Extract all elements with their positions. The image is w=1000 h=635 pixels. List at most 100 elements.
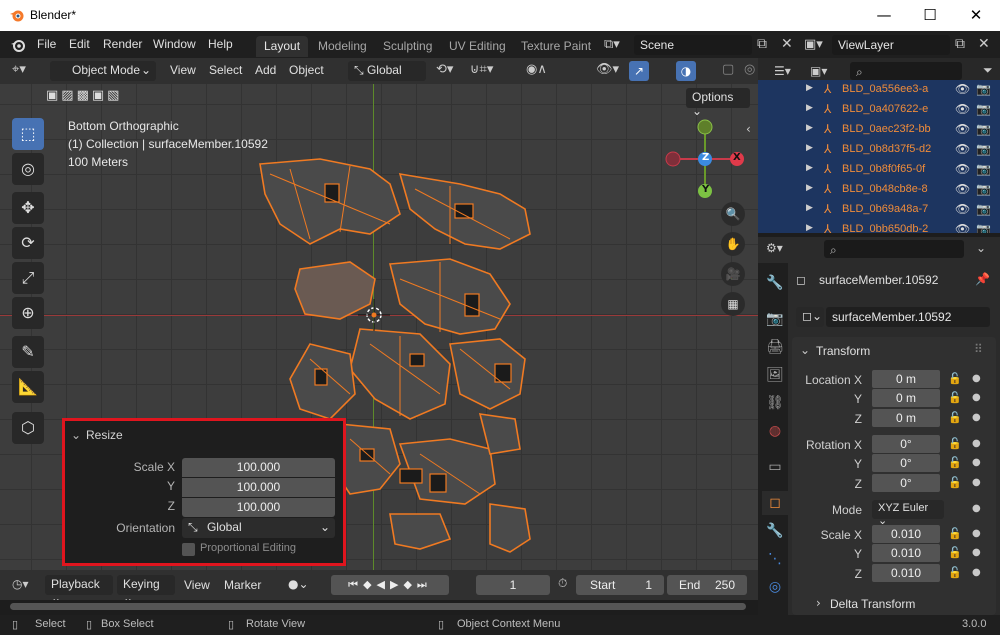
outliner-row[interactable]: ▶ ⅄ BLD_0b48cb8e-8 👁 📷 [758, 180, 1000, 200]
expand-icon[interactable]: ▶ [806, 83, 813, 93]
scale-z-field[interactable]: 100.000 [182, 498, 335, 517]
outliner-editor-icon[interactable]: ☰▾ [774, 64, 791, 78]
view-layer-field[interactable]: ViewLayer [832, 35, 950, 55]
camera-icon[interactable]: 📷 [976, 182, 991, 196]
scene-tab-icon[interactable]: ⛓ [762, 391, 788, 415]
cursor-tool[interactable]: ◎ [12, 153, 44, 185]
keyframe-dot-icon[interactable]: ● [972, 457, 981, 468]
scene-icon[interactable]: ⧉▾ [604, 37, 620, 52]
start-frame-field[interactable]: Start 1 [576, 575, 664, 595]
chevron-right-icon[interactable]: › [816, 596, 821, 610]
camera-icon[interactable]: 📷 [976, 202, 991, 216]
tab-sculpting[interactable]: Sculpting [375, 36, 440, 57]
outliner-item-name[interactable]: BLD_0b8d37f5-d2 [842, 143, 931, 155]
eye-icon[interactable]: 👁 [955, 222, 970, 233]
scale-x-field[interactable]: 0.010 [872, 525, 940, 543]
remove-scene-icon[interactable]: ✕ [781, 36, 793, 52]
world-tab-icon[interactable]: ◍ [762, 419, 788, 443]
measure-tool[interactable]: 📐 [12, 371, 44, 403]
scene-field[interactable]: Scene [634, 35, 752, 55]
expand-icon[interactable]: ▶ [806, 163, 813, 173]
outliner-row[interactable]: ▶ ⅄ BLD_0a407622-e 👁 📷 [758, 100, 1000, 120]
tab-texture-paint[interactable]: Texture Paint [513, 36, 599, 57]
current-frame-field[interactable]: 1 [476, 575, 550, 595]
tool-tab-icon[interactable]: 🔧 [762, 271, 788, 295]
mode-dropdown[interactable]: Object Mode ⌄ [50, 61, 156, 81]
remove-view-layer-icon[interactable]: ✕ [978, 36, 990, 52]
editor-type-icon[interactable]: ⌖▾ [12, 62, 26, 77]
particles-tab-icon[interactable]: ⋱ [762, 547, 788, 571]
physics-tab-icon[interactable]: ◎ [762, 575, 788, 599]
expand-icon[interactable]: ▶ [806, 203, 813, 213]
move-tool[interactable]: ✥ [12, 192, 44, 224]
visibility-icon[interactable]: 👁▾ [596, 62, 619, 77]
options-button[interactable]: Options ⌄ [686, 88, 750, 118]
eye-icon[interactable]: 👁 [955, 82, 970, 96]
lock-icon[interactable]: 🔓 [948, 566, 962, 579]
outliner-item-name[interactable]: BLD_0b8f0f65-0f [842, 163, 925, 175]
tab-modeling[interactable]: Modeling [310, 36, 375, 57]
outliner-item-name[interactable]: BLD_0a407622-e [842, 103, 928, 115]
object-name-field[interactable]: surfaceMember.10592 [826, 307, 990, 327]
scrollbar[interactable] [10, 603, 746, 610]
view-layer-icon[interactable]: ▣▾ [804, 37, 823, 52]
eye-icon[interactable]: 👁 [955, 122, 970, 136]
annotate-tool[interactable]: ✎ [12, 336, 44, 368]
outliner-item-name[interactable]: BLD_0b48cb8e-8 [842, 183, 928, 195]
keyframe-dot-icon[interactable]: ● [972, 438, 981, 449]
playback-menu[interactable]: Playback ⌄ [45, 575, 113, 605]
menu-object[interactable]: Object [289, 63, 324, 77]
keyframe-dot-icon[interactable]: ● [972, 477, 981, 488]
expand-icon[interactable]: ▶ [806, 143, 813, 153]
location-x-field[interactable]: 0 m [872, 370, 940, 388]
outliner-row[interactable]: ▶ ⅄ BLD_0a556ee3-a 👁 📷 [758, 80, 1000, 100]
eye-icon[interactable]: 👁 [955, 102, 970, 116]
rotate-tool[interactable]: ⟳ [12, 227, 44, 259]
outliner-row[interactable]: ▶ ⅄ BLD_0bb650db-2 👁 📷 [758, 220, 1000, 233]
lock-icon[interactable]: 🔓 [948, 437, 962, 450]
eye-icon[interactable]: 👁 [955, 202, 970, 216]
data-block-selector[interactable]: ◻⌄ [796, 307, 824, 327]
lock-icon[interactable]: 🔓 [948, 391, 962, 404]
menu-window[interactable]: Window [153, 37, 196, 51]
pin-icon[interactable]: 📌 [975, 272, 990, 286]
rotation-z-field[interactable]: 0° [872, 474, 940, 492]
outliner-row[interactable]: ▶ ⅄ BLD_0b69a48a-7 👁 📷 [758, 200, 1000, 220]
outliner-item-name[interactable]: BLD_0a556ee3-a [842, 83, 928, 95]
render-tab-icon[interactable]: 📷 [762, 307, 788, 331]
resize-panel-title[interactable]: Resize [86, 428, 123, 442]
keying-menu[interactable]: Keying ⌄ [117, 575, 175, 605]
drag-handle-icon[interactable]: ⠿ [974, 342, 983, 356]
outliner-search-input[interactable]: ⌕ [850, 62, 962, 80]
properties-search-input[interactable]: ⌕ [824, 240, 964, 258]
lock-icon[interactable]: 🔓 [948, 456, 962, 469]
camera-icon[interactable]: 📷 [976, 142, 991, 156]
shading-icon[interactable]: ◎ [744, 62, 755, 77]
object-tab-icon[interactable]: ◻ [762, 491, 788, 515]
transform-title[interactable]: Transform [816, 344, 870, 358]
keyframe-dot-icon[interactable]: ● [972, 567, 981, 578]
outliner-row[interactable]: ▶ ⅄ BLD_0b8f0f65-0f 👁 📷 [758, 160, 1000, 180]
camera-icon[interactable]: 📷 [976, 122, 991, 136]
tab-uv-editing[interactable]: UV Editing [441, 36, 514, 57]
keyframe-dot-icon[interactable]: ● [972, 528, 981, 539]
transform-tool[interactable]: ⊕ [12, 297, 44, 329]
rotation-y-field[interactable]: 0° [872, 454, 940, 472]
zoom-icon[interactable]: 🔍 [721, 202, 745, 226]
select-mode-icons[interactable]: ▣▨▩▣▧ [46, 88, 122, 103]
eye-icon[interactable]: 👁 [955, 142, 970, 156]
tab-layout[interactable]: Layout [256, 36, 309, 57]
eye-icon[interactable]: 👁 [955, 162, 970, 176]
snap-icon[interactable]: ⊍⌗▾ [470, 62, 493, 77]
expand-icon[interactable]: ▶ [806, 223, 813, 233]
output-tab-icon[interactable]: 🖨 [762, 335, 788, 359]
keyframe-dot-icon[interactable]: ● [972, 373, 981, 384]
proportional-icon[interactable]: ◉∧ [526, 62, 547, 77]
location-y-field[interactable]: 0 m [872, 389, 940, 407]
keyframe-dot-icon[interactable]: ● [972, 547, 981, 558]
lock-icon[interactable]: 🔓 [948, 546, 962, 559]
timer-icon[interactable]: ⏱ [558, 576, 567, 591]
menu-render[interactable]: Render [103, 37, 142, 51]
menu-select[interactable]: Select [209, 63, 242, 77]
close-button[interactable]: ✕ [953, 4, 999, 28]
